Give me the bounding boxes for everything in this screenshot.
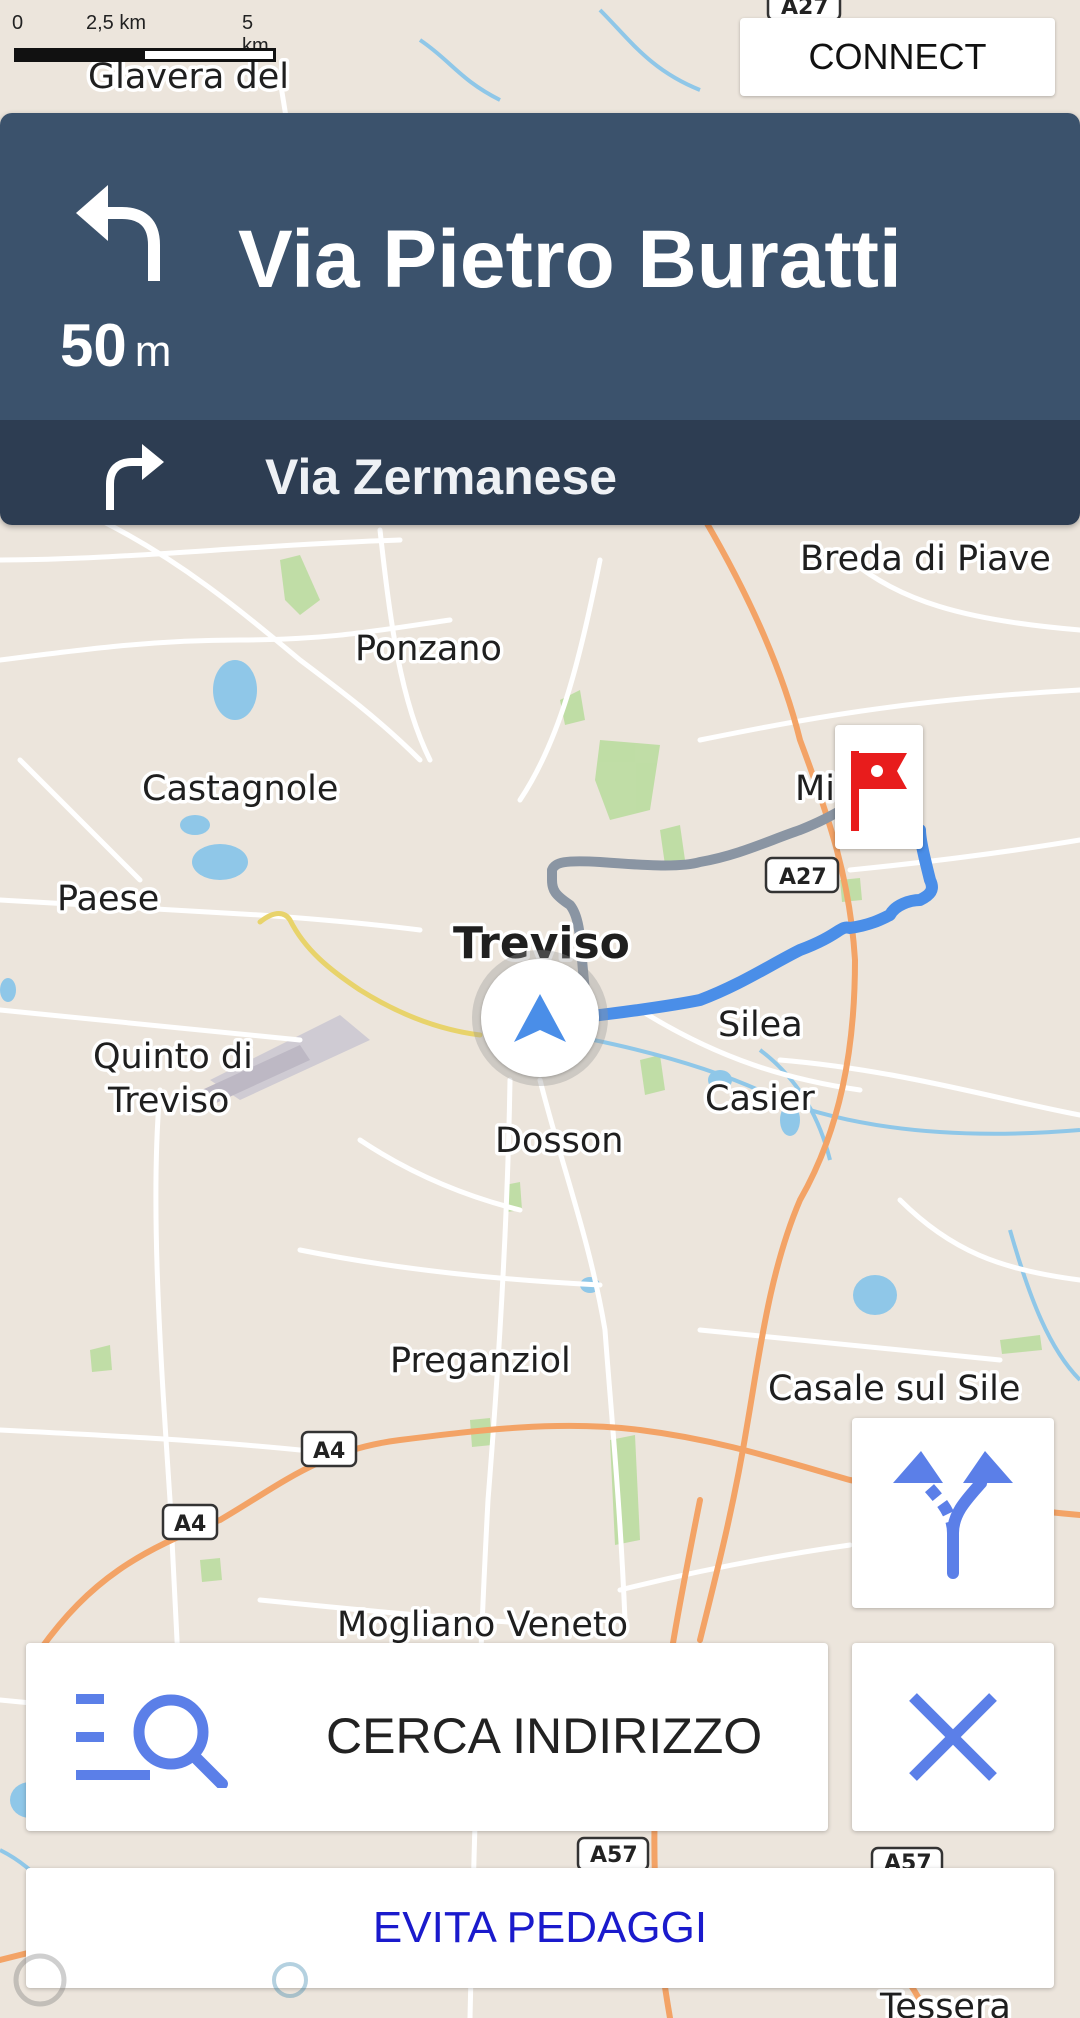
scale-label-zero: 0 bbox=[12, 12, 24, 34]
map-label-tessera: Tessera bbox=[879, 1987, 1011, 2018]
close-icon bbox=[909, 1693, 997, 1781]
shield-a57-1: A57 bbox=[576, 1836, 650, 1872]
svg-text:A27: A27 bbox=[781, 0, 829, 20]
position-inner bbox=[481, 959, 599, 1077]
distance-to-turn: 50 m bbox=[60, 311, 171, 380]
search-address-button[interactable]: CERCA INDIRIZZO bbox=[26, 1643, 828, 1831]
map-label-quinto-1: Quinto di bbox=[93, 1037, 253, 1077]
shield-a4-1: A4 bbox=[300, 1430, 358, 1468]
current-position-marker[interactable] bbox=[472, 950, 608, 1086]
search-list-icon bbox=[76, 1694, 228, 1788]
svg-text:A4: A4 bbox=[174, 1512, 206, 1537]
navigation-screen: Glavera del Breda di Piave Ponzano Casta… bbox=[0, 0, 1080, 2018]
map-label-casier: Casier bbox=[705, 1079, 815, 1119]
svg-text:A27: A27 bbox=[779, 865, 827, 890]
connect-button[interactable]: CONNECT bbox=[740, 18, 1055, 96]
mapbox-logo[interactable] bbox=[12, 1950, 312, 2010]
map-label-breda: Breda di Piave bbox=[800, 539, 1051, 579]
shield-a27: A27 bbox=[764, 856, 840, 894]
navigation-panel: 50 m Via Pietro Buratti Via Zermanese bbox=[0, 113, 1080, 525]
distance-value: 50 bbox=[60, 312, 127, 379]
next-street-name: Via Zermanese bbox=[265, 449, 618, 505]
map-label-ponzano: Ponzano bbox=[355, 629, 502, 669]
destination-flag-icon[interactable] bbox=[835, 725, 923, 849]
map-label-casale: Casale sul Sile bbox=[768, 1369, 1020, 1409]
turn-right-icon bbox=[106, 444, 164, 510]
scale-label-mid: 2,5 km bbox=[86, 12, 147, 34]
next-instruction[interactable]: Via Zermanese bbox=[0, 420, 1080, 525]
current-instruction[interactable]: 50 m Via Pietro Buratti bbox=[0, 113, 1080, 420]
map-label-preganziol: Preganziol bbox=[390, 1341, 571, 1381]
current-street-name: Via Pietro Buratti bbox=[238, 214, 902, 305]
turn-left-icon bbox=[76, 185, 160, 281]
stop-navigation-button[interactable] bbox=[852, 1643, 1054, 1831]
navigation-arrow-icon bbox=[514, 994, 566, 1042]
shield-a27-top: A27 bbox=[766, 0, 842, 22]
distance-unit: m bbox=[134, 327, 172, 376]
svg-text:A57: A57 bbox=[590, 1843, 638, 1868]
map-scale: 0 2,5 km 5 km bbox=[12, 10, 282, 70]
svg-text:A4: A4 bbox=[313, 1439, 345, 1464]
map-label-castagnole: Castagnole bbox=[142, 769, 338, 809]
shield-a4-2: A4 bbox=[161, 1503, 219, 1541]
route-options-button[interactable] bbox=[852, 1418, 1054, 1608]
route-fork-icon bbox=[893, 1451, 1013, 1579]
map-label-silea: Silea bbox=[718, 1005, 803, 1045]
map-label-quinto-2: Treviso bbox=[107, 1081, 229, 1121]
search-label: CERCA INDIRIZZO bbox=[326, 1708, 763, 1764]
map-label-mogliano: Mogliano Veneto bbox=[337, 1605, 628, 1645]
map-label-dosson: Dosson bbox=[495, 1121, 623, 1161]
scale-bar bbox=[14, 48, 276, 62]
map-label-paese: Paese bbox=[57, 879, 159, 919]
